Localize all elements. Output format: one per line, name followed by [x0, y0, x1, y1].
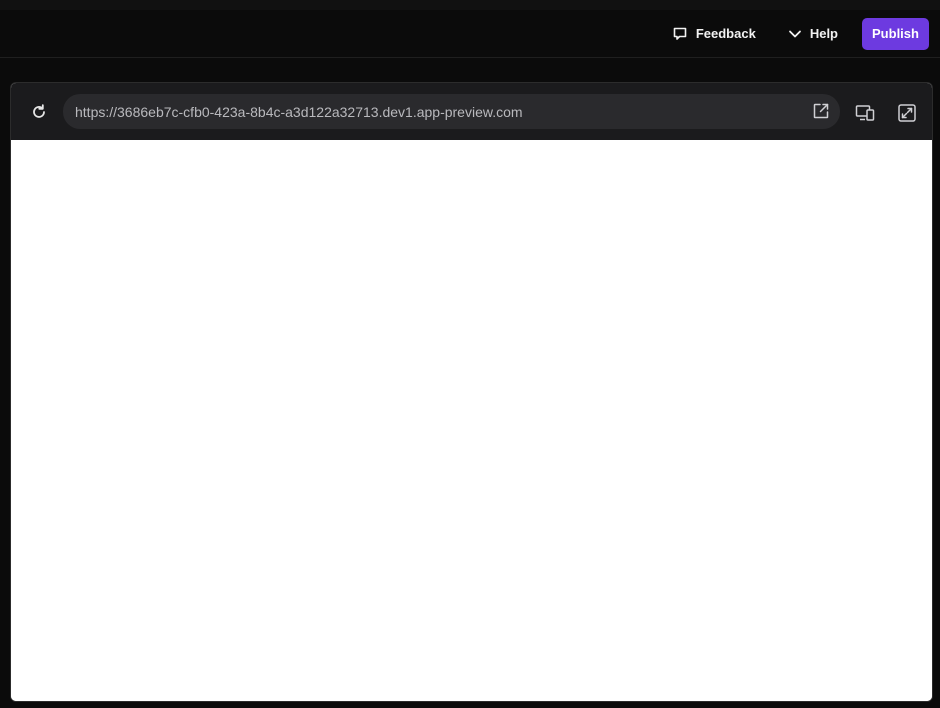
external-link-icon [811, 103, 831, 124]
top-bar: Feedback Help Publish [0, 10, 940, 58]
reload-icon [29, 104, 49, 125]
open-external-button[interactable] [810, 101, 832, 123]
chevron-down-icon [788, 27, 802, 41]
responsive-devices-button[interactable] [854, 102, 876, 124]
responsive-devices-icon [854, 105, 876, 127]
feedback-label: Feedback [695, 26, 756, 41]
preview-viewport[interactable] [11, 140, 932, 701]
chat-bubble-icon [672, 26, 688, 42]
reload-button[interactable] [29, 102, 49, 122]
publish-button[interactable]: Publish [862, 17, 929, 50]
feedback-button[interactable]: Feedback [672, 26, 756, 42]
url-input[interactable] [75, 103, 810, 120]
help-label: Help [809, 26, 838, 41]
help-button[interactable]: Help [788, 26, 838, 41]
expand-button[interactable] [896, 102, 918, 124]
window-top-strip [0, 0, 940, 10]
expand-icon [896, 104, 918, 127]
preview-toolbar [11, 83, 932, 140]
preview-panel [10, 82, 933, 702]
url-bar [63, 94, 840, 129]
